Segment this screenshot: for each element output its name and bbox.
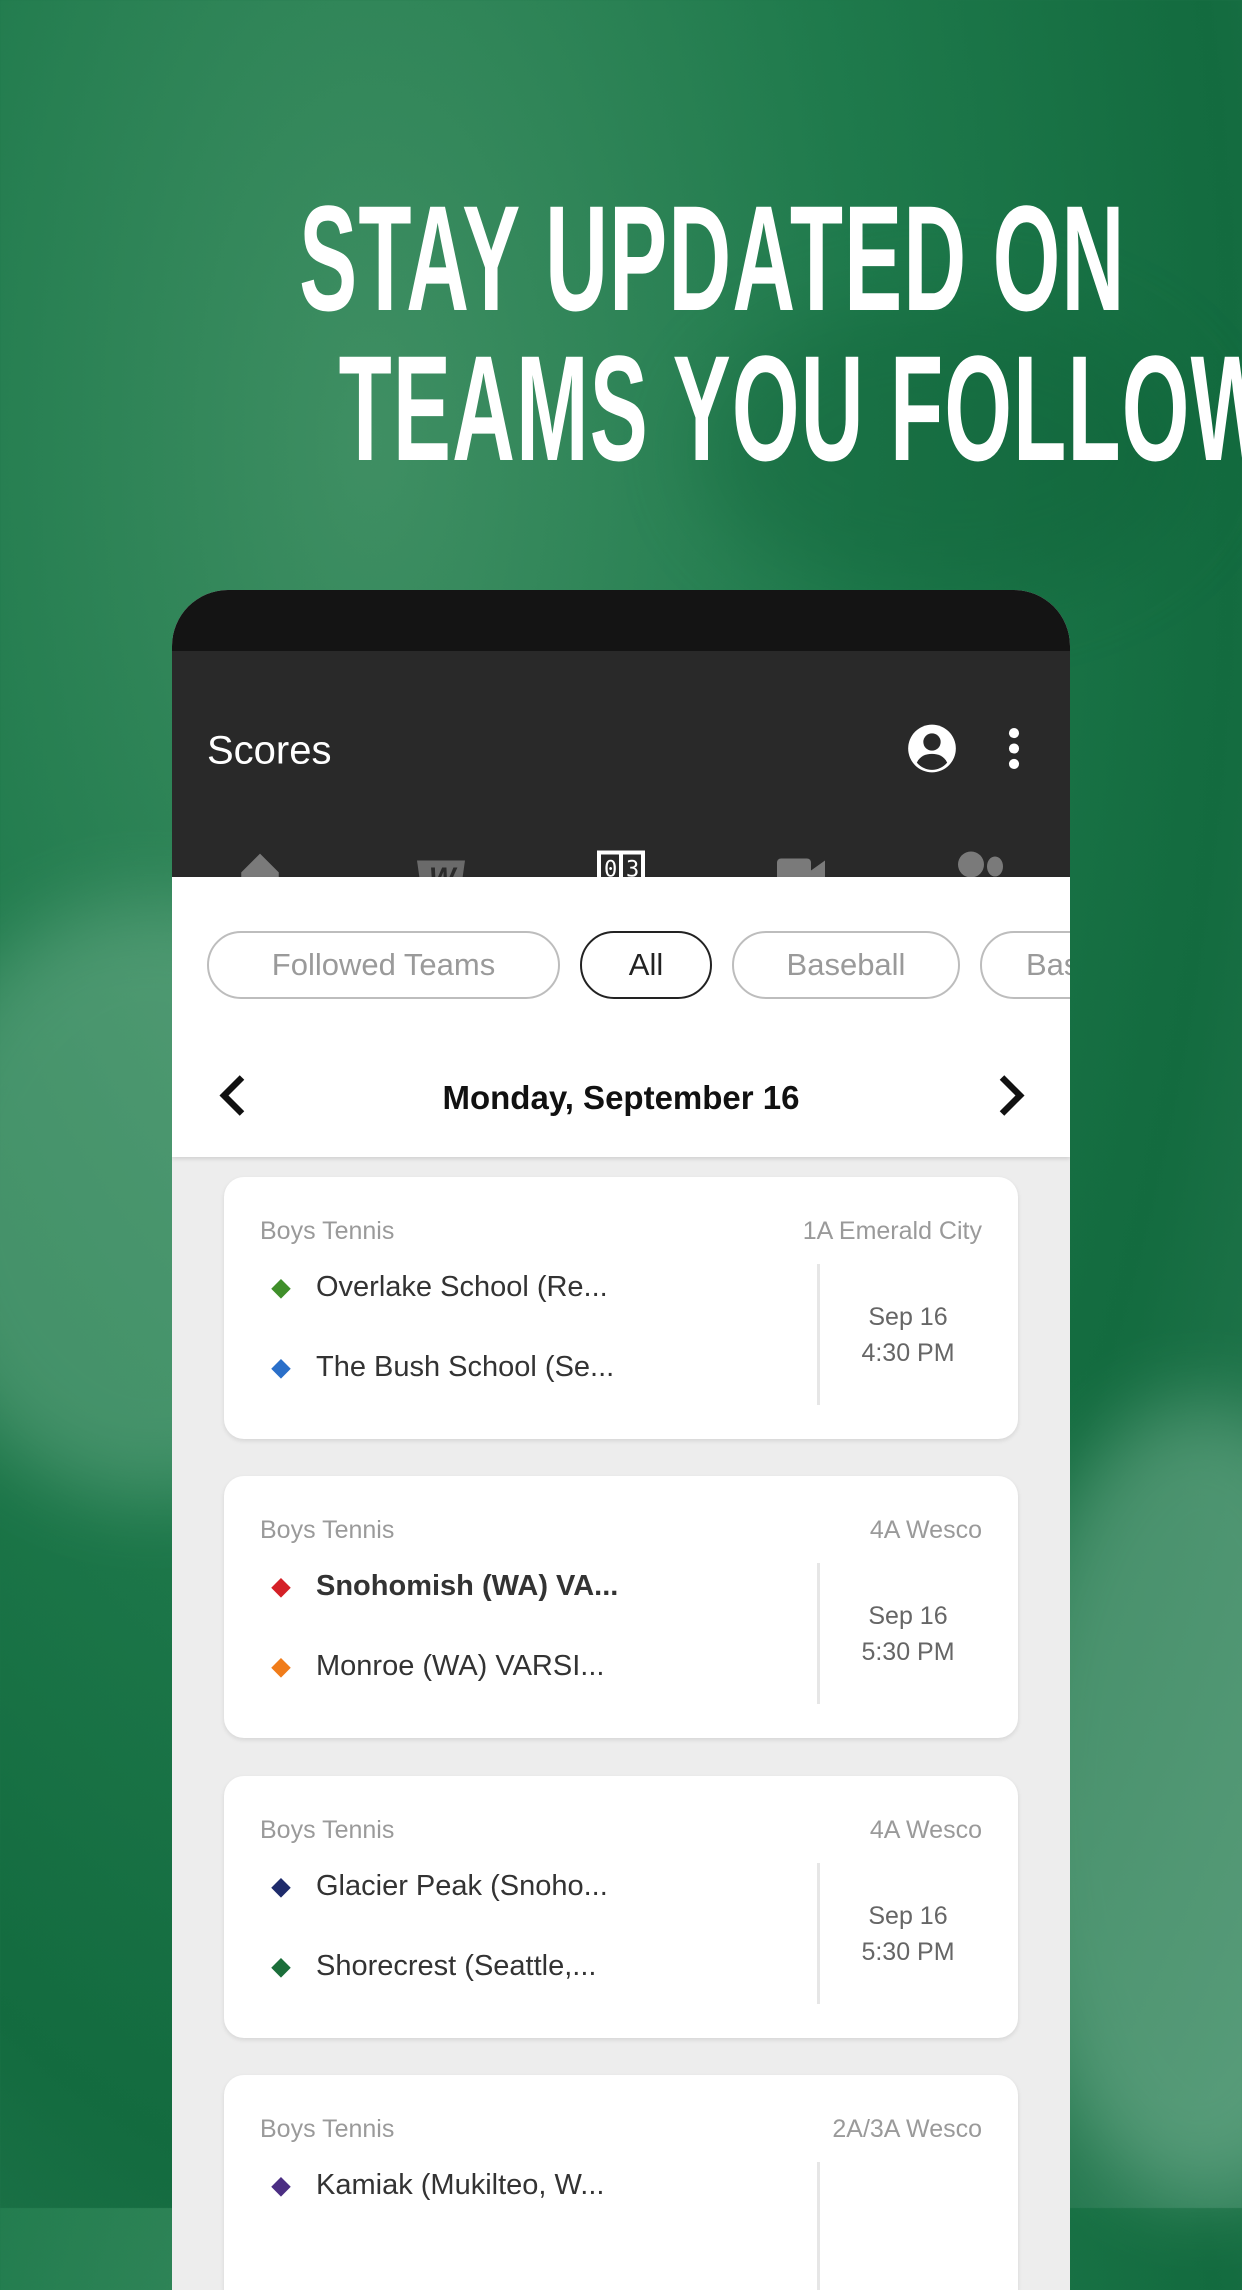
game-start-time: 5:30 PM — [861, 1638, 955, 1666]
game-start-time: 4:30 PM — [861, 1339, 955, 1367]
game-card[interactable]: Boys Tennis 1A Emerald City ◆ Overlake Sc… — [224, 1177, 1018, 1439]
divider — [817, 2162, 820, 2290]
game-card[interactable]: Boys Tennis 4A Wesco ◆ Snohomish (WA) VA.… — [224, 1476, 1018, 1738]
game-time: Sep 16 4:30 PM — [798, 1299, 1018, 1371]
team-logo-icon: ◆ — [271, 1873, 291, 1900]
league-label: 4A Wesco — [869, 1816, 982, 1844]
game-card[interactable]: Boys Tennis 4A Wesco ◆ Glacier Peak (Snoh… — [224, 1776, 1018, 2038]
team-name: Overlake School (Re... — [316, 1271, 608, 1303]
filter-chip-baseball[interactable]: Baseball — [732, 931, 960, 999]
game-card[interactable]: Boys Tennis 2A/3A Wesco ◆ Kamiak (Mukilte… — [224, 2075, 1018, 2290]
more-vert-icon[interactable] — [1007, 727, 1021, 776]
team-logo-icon: ◆ — [271, 2172, 291, 2199]
team-row: ◆ The Bush School (Se... — [266, 1351, 614, 1384]
team-row: ◆ Snohomish (WA) VA... — [266, 1570, 619, 1603]
sport-label: Boys Tennis — [260, 1217, 395, 1245]
team-row: ◆ Monroe (WA) VARSI... — [266, 1650, 605, 1683]
chevron-right-icon — [999, 1075, 1025, 1116]
team-logo-icon: ◆ — [271, 1274, 291, 1301]
filter-chip-followed-teams[interactable]: Followed Teams — [207, 931, 560, 999]
team-row: ◆ Overlake School (Re... — [266, 1271, 608, 1304]
team-logo-icon: ◆ — [271, 1354, 291, 1381]
team-logo-icon: ◆ — [271, 1573, 291, 1600]
team-logo-icon: ◆ — [271, 1953, 291, 1980]
game-date: Sep 16 — [868, 1303, 948, 1331]
team-name: Monroe (WA) VARSI... — [316, 1650, 605, 1682]
team-row: ◆ Glacier Peak (Snoho... — [266, 1870, 608, 1903]
game-start-time: 5:30 PM — [861, 1938, 955, 1966]
team-name: Kamiak (Mukilteo, W... — [316, 2169, 605, 2201]
phone-frame: Scores W 03 Followed Teams All Baseball … — [172, 590, 1070, 2290]
app-bar: Scores W 03 — [172, 651, 1070, 899]
team-name: Shorecrest (Seattle,... — [316, 1950, 597, 1982]
account-circle-icon[interactable] — [906, 723, 958, 780]
team-name: Snohomish (WA) VA... — [316, 1570, 619, 1602]
team-name: Glacier Peak (Snoho... — [316, 1870, 608, 1902]
status-bar — [172, 590, 1070, 651]
game-time: Sep 16 5:30 PM — [798, 1598, 1018, 1670]
team-row: ◆ Kamiak (Mukilteo, W... — [266, 2169, 605, 2202]
next-day-button[interactable] — [998, 1074, 1026, 1123]
page-title: Scores — [207, 728, 332, 773]
filter-chip-basketball[interactable]: Bas — [980, 931, 1070, 999]
team-row: ◆ Shorecrest (Seattle,... — [266, 1950, 597, 1983]
league-label: 1A Emerald City — [802, 1217, 982, 1245]
headline-line-2: TEAMS YOU FOLLOW — [338, 324, 1242, 492]
game-date: Sep 16 — [868, 1602, 948, 1630]
sport-label: Boys Tennis — [260, 1816, 395, 1844]
current-date: Monday, September 16 — [442, 1079, 800, 1116]
team-name: The Bush School (Se... — [316, 1351, 615, 1383]
sport-label: Boys Tennis — [260, 2115, 395, 2143]
sport-label: Boys Tennis — [260, 1516, 395, 1544]
league-label: 4A Wesco — [869, 1516, 982, 1544]
game-date: Sep 16 — [868, 1902, 948, 1930]
team-logo-icon: ◆ — [271, 1653, 291, 1680]
game-time: Sep 16 5:30 PM — [798, 1898, 1018, 1970]
filter-and-date-area: Followed Teams All Baseball Bas Monday, … — [172, 877, 1070, 1157]
filter-chip-all[interactable]: All — [580, 931, 712, 999]
league-label: 2A/3A Wesco — [832, 2115, 982, 2143]
headline-line-1: STAY UPDATED ON — [299, 174, 1126, 342]
